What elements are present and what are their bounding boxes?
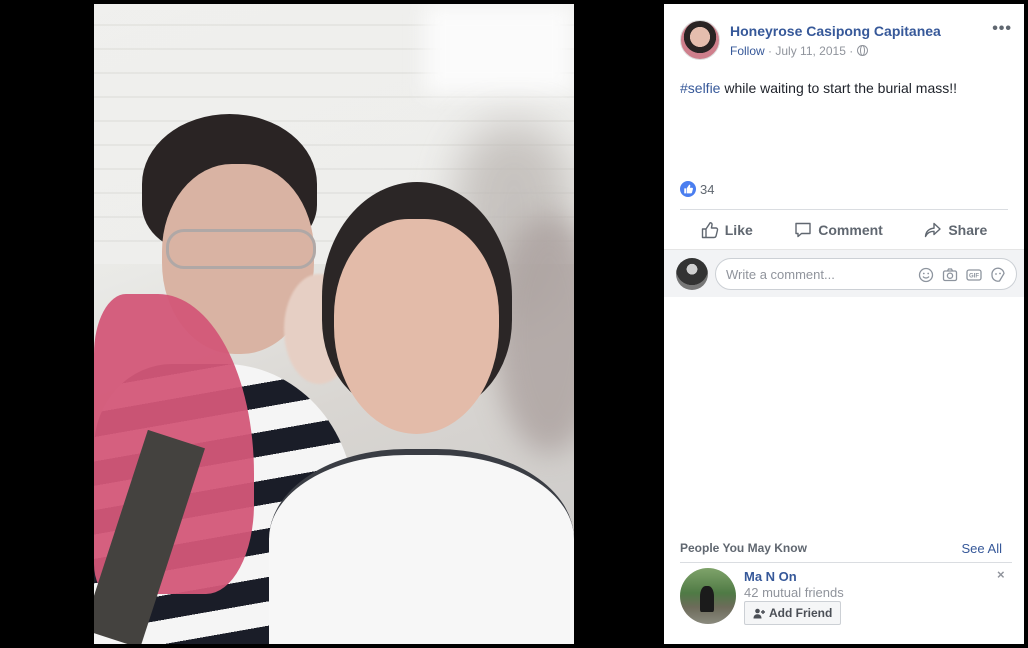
like-button[interactable]: Like bbox=[701, 221, 753, 239]
reaction-summary[interactable]: 34 bbox=[680, 181, 714, 197]
thumbs-up-icon bbox=[701, 221, 718, 238]
suggestion-name[interactable]: Ma N On bbox=[744, 569, 797, 584]
photo-window-light bbox=[424, 4, 574, 94]
post-meta: Follow · July 11, 2015 · bbox=[730, 44, 868, 58]
like-reaction-icon bbox=[680, 181, 696, 197]
reaction-count: 34 bbox=[700, 181, 715, 197]
photo-person2-white-shirt bbox=[269, 449, 574, 644]
add-friend-icon bbox=[753, 608, 765, 618]
author-avatar[interactable] bbox=[680, 20, 720, 60]
post-side-panel: Honeyrose Casipong Capitanea Follow · Ju… bbox=[664, 4, 1024, 644]
mutual-friends-count[interactable]: 42 mutual friends bbox=[744, 585, 844, 600]
add-friend-label: Add Friend bbox=[769, 606, 833, 620]
post-caption: while waiting to start the burial mass!! bbox=[720, 80, 958, 96]
current-user-avatar bbox=[676, 258, 708, 290]
author-name[interactable]: Honeyrose Casipong Capitanea bbox=[730, 23, 941, 39]
post-date[interactable]: July 11, 2015 bbox=[775, 44, 846, 58]
photo-person2-face bbox=[334, 219, 499, 434]
follow-link[interactable]: Follow bbox=[730, 44, 765, 58]
hashtag-link[interactable]: #selfie bbox=[680, 80, 720, 96]
pymk-divider bbox=[680, 562, 1012, 563]
comment-input[interactable] bbox=[726, 259, 916, 289]
pymk-title: People You May Know bbox=[680, 541, 807, 555]
globe-icon[interactable] bbox=[856, 45, 868, 56]
selfie-photo[interactable] bbox=[94, 4, 574, 644]
post-header: Honeyrose Casipong Capitanea Follow · Ju… bbox=[680, 20, 1012, 62]
sticker-icon[interactable] bbox=[990, 267, 1006, 283]
more-options-icon[interactable]: ••• bbox=[992, 20, 1012, 38]
dismiss-suggestion-icon[interactable]: × bbox=[997, 567, 1005, 582]
svg-text:GIF: GIF bbox=[969, 274, 979, 280]
people-you-may-know-header: People You May Know See All bbox=[680, 541, 1002, 556]
gif-icon[interactable]: GIF bbox=[966, 267, 982, 283]
photo-viewer bbox=[0, 0, 664, 648]
add-friend-button[interactable]: Add Friend bbox=[744, 601, 842, 625]
comment-composer: GIF bbox=[664, 249, 1024, 297]
post-text: #selfie while waiting to start the buria… bbox=[680, 80, 957, 96]
meta-separator: · bbox=[849, 44, 854, 58]
share-button[interactable]: Share bbox=[924, 221, 987, 239]
like-label: Like bbox=[724, 221, 753, 238]
see-all-link[interactable]: See All bbox=[962, 541, 1002, 556]
photo-person1-glasses bbox=[166, 229, 316, 269]
comment-label: Comment bbox=[818, 221, 883, 238]
share-label: Share bbox=[948, 221, 988, 238]
share-arrow-icon bbox=[925, 222, 942, 237]
comment-bubble-icon bbox=[795, 222, 811, 237]
emoji-icon[interactable] bbox=[918, 267, 934, 283]
suggestion-avatar[interactable] bbox=[680, 568, 736, 624]
camera-icon[interactable] bbox=[942, 267, 958, 283]
comment-box[interactable]: GIF bbox=[715, 258, 1017, 290]
comment-button[interactable]: Comment bbox=[794, 221, 883, 239]
meta-separator: · bbox=[768, 44, 773, 58]
post-action-bar: Like Comment Share bbox=[680, 209, 1008, 249]
